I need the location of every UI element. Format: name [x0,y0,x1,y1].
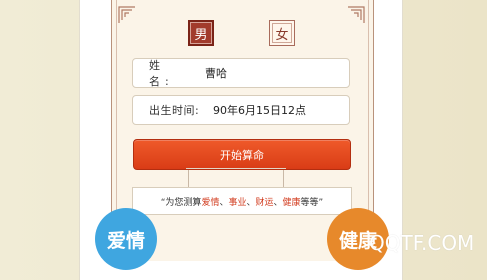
birth-time-field[interactable]: 出生时间: 90年6月15日12点 [132,95,350,125]
connector-line [188,170,189,187]
description-separator: 、 [273,197,283,208]
description-box: “为您测算 爱情、事业、财运、健康 等等” [132,187,352,215]
description-love: 爱情 [201,197,220,208]
connector-line [283,170,284,187]
description-career: 事业 [228,197,247,208]
birth-time-label: 出生时间: [149,104,200,117]
ornament-corner-icon [118,6,136,24]
description-health: 健康 [282,197,301,208]
gender-female-button[interactable]: 女 [269,20,295,46]
ornament-corner-icon [347,6,365,24]
start-fortune-button[interactable]: 开始算命 [133,139,351,170]
watermark: QQTF.COM [369,231,475,255]
name-field[interactable]: 姓 名: 曹哈 [132,58,350,88]
description-separator: 、 [219,197,229,208]
gender-male-button[interactable]: 男 [188,20,214,46]
description-prefix: “为您测算 [160,197,202,208]
name-label: 姓 名: [149,59,181,88]
description-suffix: 等等” [300,197,324,208]
name-value[interactable]: 曹哈 [205,65,227,81]
birth-time-value[interactable]: 90年6月15日12点 [213,102,306,118]
description-separator: 、 [246,197,256,208]
description-wealth: 财运 [255,197,274,208]
connector-line [186,168,286,169]
